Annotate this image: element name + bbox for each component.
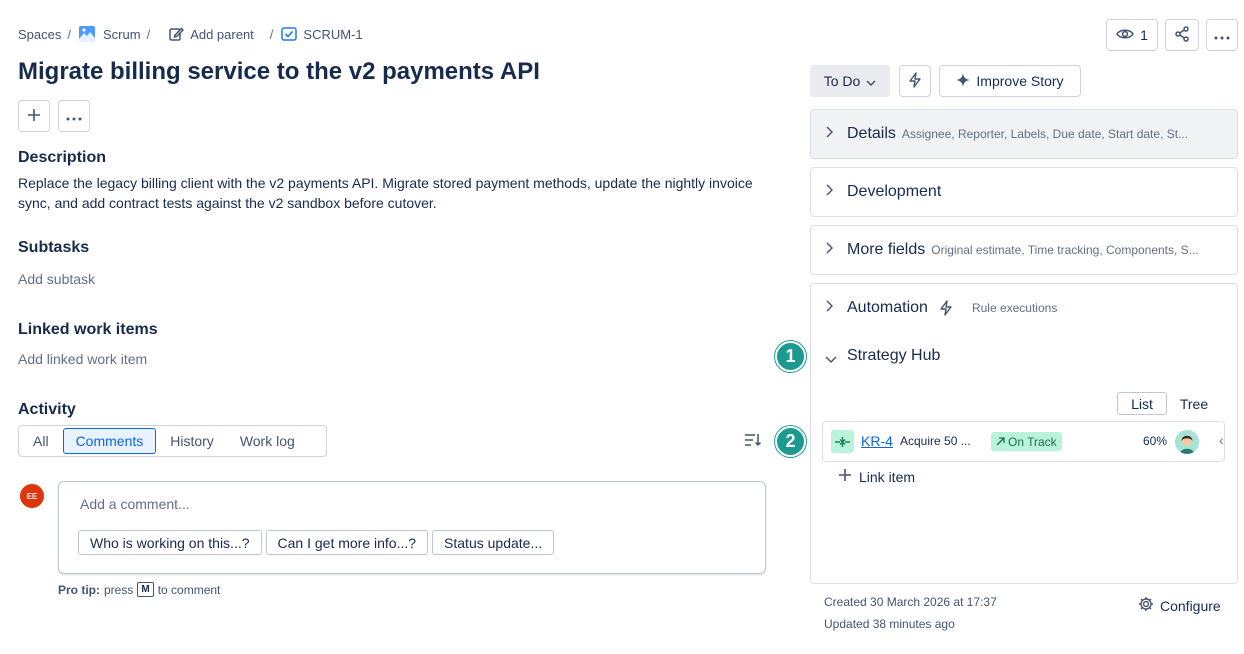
breadcrumb-separator: /	[269, 26, 274, 42]
pro-tip-rest: to comment	[157, 582, 221, 597]
breadcrumb-separator: /	[67, 26, 71, 42]
linked-work-items-heading: Linked work items	[18, 321, 158, 338]
updated-date: Updated 38 minutes ago	[824, 617, 955, 631]
edit-icon	[168, 26, 185, 42]
sort-icon	[744, 434, 762, 451]
development-title: Development	[847, 183, 942, 200]
step-badge-2: 2	[775, 426, 806, 457]
details-title: Details	[847, 125, 896, 142]
project-avatar-icon	[79, 26, 95, 42]
strategy-hub-title: Strategy Hub	[847, 347, 941, 364]
share-button[interactable]	[1165, 19, 1199, 51]
item-key-link[interactable]: KR-4	[861, 433, 893, 449]
chevron-right-icon	[825, 183, 833, 199]
activity-heading: Activity	[18, 401, 76, 418]
improve-story-button[interactable]: Improve Story	[939, 65, 1081, 97]
more-dots-icon	[1214, 27, 1230, 43]
breadcrumb-spaces[interactable]: Spaces	[18, 27, 61, 42]
development-panel[interactable]: Development	[810, 167, 1238, 217]
eye-icon	[1116, 27, 1134, 43]
automation-subtitle: Rule executions	[971, 301, 1058, 315]
breadcrumb: Spaces / Scrum / Add parent / SCRUM-1	[18, 24, 363, 44]
user-avatar: EE	[20, 484, 44, 508]
tab-history[interactable]: History	[156, 428, 228, 454]
sort-button[interactable]	[744, 432, 762, 451]
issue-title[interactable]: Migrate billing service to the v2 paymen…	[18, 58, 540, 86]
tab-work-log[interactable]: Work log	[228, 428, 307, 454]
keyboard-key: M	[137, 582, 154, 597]
chevron-right-icon	[825, 241, 833, 257]
automation-title: Automation	[847, 299, 928, 316]
add-button[interactable]	[18, 100, 50, 132]
strategy-item-row[interactable]: KR-4 Acquire 50 ... On Track 60% ‹	[822, 421, 1225, 462]
created-date: Created 30 March 2026 at 17:37	[824, 595, 997, 609]
gear-icon	[1138, 596, 1154, 615]
comment-editor[interactable]: Add a comment... Who is working on this.…	[58, 481, 766, 574]
pro-tip: Pro tip: press M to comment	[58, 582, 220, 597]
arrow-up-right-icon	[996, 435, 1005, 449]
view-list-button[interactable]: List	[1117, 392, 1167, 415]
watch-button[interactable]: 1	[1106, 19, 1158, 51]
add-parent-button[interactable]: Add parent	[168, 26, 254, 42]
item-summary: Acquire 50 ...	[900, 434, 971, 448]
details-subtitle: Assignee, Reporter, Labels, Due date, St…	[901, 127, 1189, 141]
comment-placeholder: Add a comment...	[80, 496, 190, 512]
lightning-icon	[940, 300, 952, 316]
more-actions-button[interactable]	[58, 100, 90, 132]
row-overflow-indicator: ‹	[1219, 432, 1224, 448]
share-icon	[1174, 25, 1190, 45]
watchers-count: 1	[1140, 27, 1148, 43]
automation-header[interactable]: Automation Rule executions	[847, 299, 1057, 317]
more-fields-subtitle: Original estimate, Time tracking, Compon…	[931, 243, 1199, 257]
description-text[interactable]: Replace the legacy billing client with t…	[18, 173, 778, 213]
breadcrumb-issue-key[interactable]: SCRUM-1	[281, 26, 363, 42]
plus-icon	[838, 468, 852, 485]
key-result-icon	[831, 430, 854, 453]
more-fields-panel[interactable]: More fields Original estimate, Time trac…	[810, 225, 1238, 275]
lightning-icon	[909, 71, 921, 91]
plus-icon	[27, 108, 41, 125]
chevron-down-icon[interactable]	[825, 351, 837, 367]
activity-tabs: All Comments History Work log	[18, 425, 327, 457]
link-item-button[interactable]: Link item	[838, 468, 915, 485]
add-subtask-link[interactable]: Add subtask	[18, 271, 95, 287]
chevron-right-icon[interactable]	[825, 299, 833, 315]
item-progress: 60%	[1143, 434, 1168, 448]
status-lozenge[interactable]: On Track	[991, 432, 1062, 451]
tab-all[interactable]: All	[21, 428, 63, 454]
sparkle-icon	[956, 72, 971, 90]
more-actions-top-button[interactable]	[1206, 19, 1238, 51]
configure-button[interactable]: Configure	[1138, 596, 1221, 615]
pro-tip-label: Pro tip:	[58, 582, 100, 597]
breadcrumb-separator: /	[146, 26, 151, 42]
add-linked-work-item-link[interactable]: Add linked work item	[18, 351, 147, 367]
more-fields-title: More fields	[847, 241, 926, 258]
step-badge-1: 1	[775, 341, 806, 372]
description-heading: Description	[18, 149, 107, 166]
automation-trigger-button[interactable]	[899, 65, 931, 97]
status-dropdown[interactable]: To Do	[810, 65, 890, 97]
view-tree-button[interactable]: Tree	[1171, 392, 1217, 415]
more-dots-icon	[66, 108, 82, 124]
quick-replies: Who is working on this...? Can I get mor…	[78, 530, 555, 555]
tab-comments[interactable]: Comments	[62, 428, 157, 454]
quick-reply-who-working[interactable]: Who is working on this...?	[78, 530, 262, 555]
chevron-down-icon	[866, 73, 876, 89]
pro-tip-press: press	[104, 582, 134, 597]
quick-reply-more-info[interactable]: Can I get more info...?	[265, 530, 429, 555]
owner-avatar[interactable]	[1175, 430, 1199, 454]
strategy-hub-header[interactable]: Strategy Hub	[847, 347, 940, 365]
subtasks-heading: Subtasks	[18, 239, 90, 256]
details-panel[interactable]: Details Assignee, Reporter, Labels, Due …	[810, 109, 1238, 159]
chevron-right-icon	[825, 125, 833, 141]
breadcrumb-project[interactable]: Scrum	[79, 26, 141, 42]
quick-reply-status-update[interactable]: Status update...	[432, 530, 555, 555]
story-checkbox-icon	[281, 26, 298, 42]
